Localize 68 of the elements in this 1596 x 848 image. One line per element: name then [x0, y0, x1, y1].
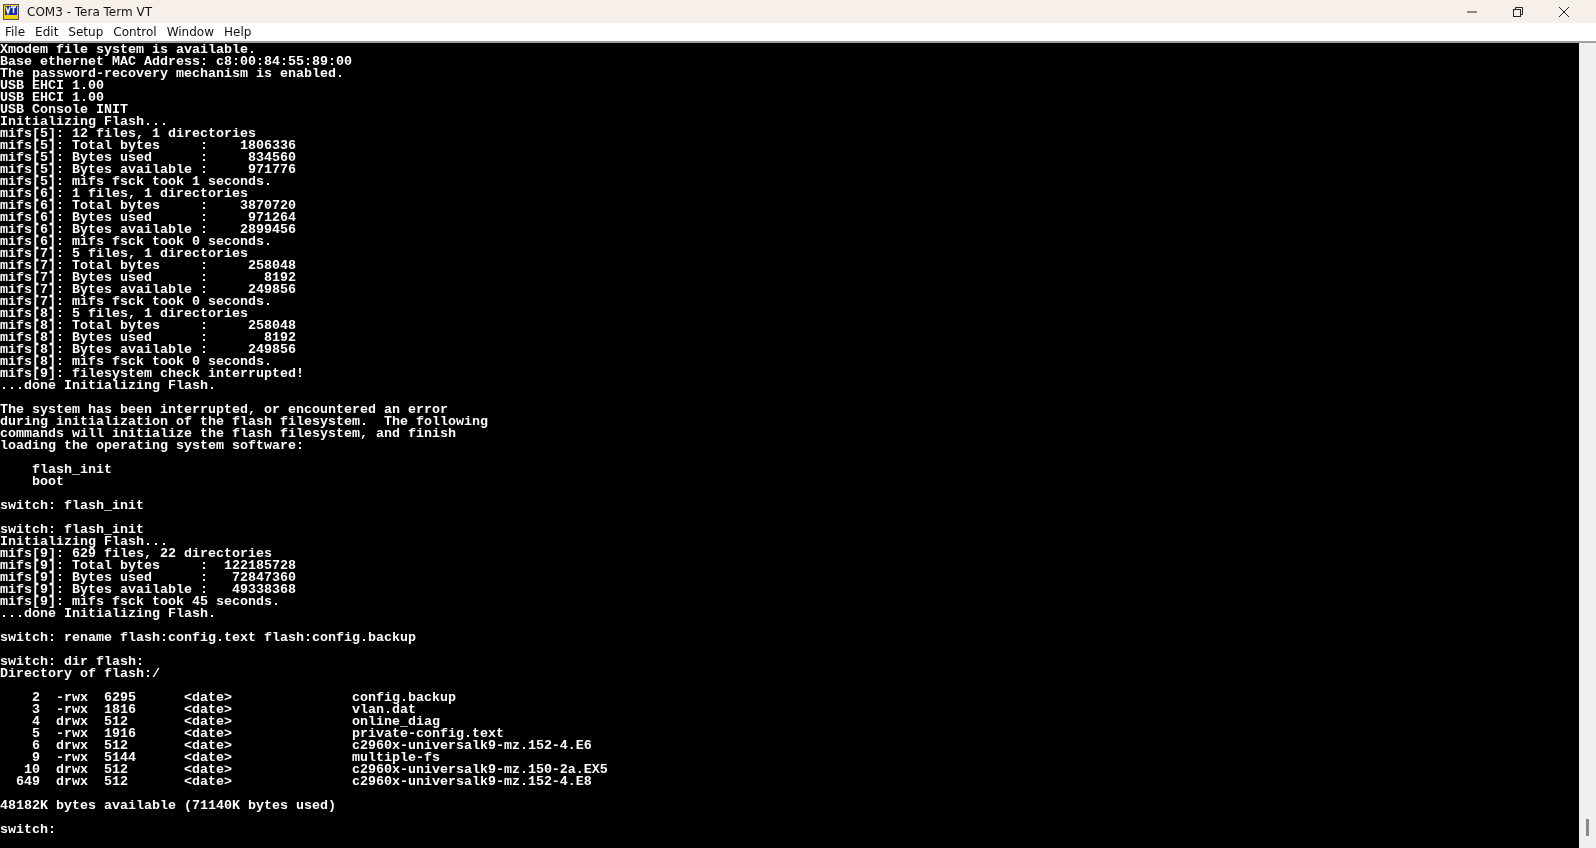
- terminal-line: switch: flash_init: [0, 500, 144, 512]
- terminal-line: Xmodem file system is available.: [0, 44, 256, 56]
- restore-icon[interactable]: [1512, 5, 1524, 18]
- terminal-line: mifs[8]: 5 files, 1 directories: [0, 308, 248, 320]
- terminal-line: mifs[5]: Total bytes : 1806336: [0, 140, 296, 152]
- terminal-line: switch:: [0, 824, 56, 836]
- terminal-line: mifs[7]: mifs fsck took 0 seconds.: [0, 296, 272, 308]
- terminal-line: USB EHCI 1.00: [0, 80, 104, 92]
- menu-item[interactable]: Window: [166, 25, 214, 39]
- terminal-line: mifs[7]: Bytes available : 249856: [0, 284, 296, 296]
- terminal-line: mifs[6]: Total bytes : 3870720: [0, 200, 296, 212]
- terminal-line: mifs[6]: Bytes used : 971264: [0, 212, 296, 224]
- terminal-line: mifs[7]: 5 files, 1 directories: [0, 248, 248, 260]
- terminal-line: mifs[5]: mifs fsck took 1 seconds.: [0, 176, 272, 188]
- terminal-line: USB EHCI 1.00: [0, 92, 104, 104]
- terminal-line: mifs[8]: Total bytes : 258048: [0, 320, 296, 332]
- terminal-line: 2 -rwx 6295 <date> config.backup: [31, 692, 456, 704]
- terminal-line: mifs[7]: Total bytes : 258048: [0, 260, 296, 272]
- terminal-line: mifs[9]: mifs fsck took 45 seconds.: [0, 596, 280, 608]
- terminal-line: mifs[6]: Bytes available : 2899456: [0, 224, 296, 236]
- terminal-line: ...done Initializing Flash.: [0, 608, 216, 620]
- terminal-line: mifs[9]: Bytes available : 49338368: [0, 584, 296, 596]
- terminal-line: commands will initialize the flash filesystem, and finish: [0, 428, 456, 440]
- menu-item[interactable]: Edit: [35, 25, 59, 39]
- terminal-line: switch: dir flash:: [0, 656, 144, 668]
- terminal-line: mifs[9]: Bytes used : 72847360: [0, 572, 296, 584]
- terminal-line: switch: flash_init: [0, 524, 144, 536]
- terminal-line: ...done Initializing Flash.: [0, 380, 216, 392]
- terminal-line: mifs[9]: 629 files, 22 directories: [0, 548, 272, 560]
- terminal-line: flash_init: [31, 464, 112, 476]
- terminal-line: 4 drwx 512 <date> online_diag: [31, 716, 440, 728]
- menu-item[interactable]: Setup: [68, 25, 104, 39]
- terminal-line: 6 drwx 512 <date> c2960x-universalk9-mz.152-4.E6: [31, 740, 592, 752]
- terminal-line: switch: rename flash:config.text flash:config.backup: [0, 632, 416, 644]
- terminal-line: 649 drwx 512 <date> c2960x-universalk9-mz.152-4.E8: [15, 776, 592, 788]
- scrollbar-thumb[interactable]: [1586, 819, 1589, 836]
- terminal-line: mifs[8]: Bytes used : 8192: [0, 332, 296, 344]
- terminal-line: 48182K bytes available (71140K bytes used): [0, 800, 336, 812]
- terminal-line: mifs[6]: 1 files, 1 directories: [0, 188, 248, 200]
- terminal-line: mifs[9]: filesystem check interrupted!: [0, 368, 304, 380]
- menu-item[interactable]: File: [5, 25, 26, 39]
- terminal-line: mifs[5]: Bytes used : 834560: [0, 152, 296, 164]
- terminal-line: Initializing Flash...: [0, 116, 168, 128]
- app-logo-icon: [3, 3, 19, 20]
- terminal-line: 3 -rwx 1816 <date> vlan.dat: [31, 704, 416, 716]
- terminal-line: The password-recovery mechanism is enabled.: [0, 68, 344, 80]
- menu-item[interactable]: Control: [113, 25, 157, 39]
- terminal-line: The system has been interrupted, or encountered an error: [0, 404, 448, 416]
- terminal-line: loading the operating system software:: [0, 440, 304, 452]
- terminal-line: USB Console INIT: [0, 104, 128, 116]
- terminal-line: mifs[5]: Bytes available : 971776: [0, 164, 296, 176]
- terminal-line: 5 -rwx 1916 <date> private-config.text: [31, 728, 504, 740]
- terminal-line: mifs[7]: Bytes used : 8192: [0, 272, 296, 284]
- close-icon[interactable]: [1558, 5, 1570, 18]
- terminal-line: mifs[8]: Bytes available : 249856: [0, 344, 296, 356]
- terminal-line: Base ethernet MAC Address: c8:00:84:55:89:00: [0, 56, 352, 68]
- window-title: COM3 - Tera Term VT: [27, 4, 152, 19]
- terminal-line: mifs[6]: mifs fsck took 0 seconds.: [0, 236, 272, 248]
- terminal-line: mifs[5]: 12 files, 1 directories: [0, 128, 256, 140]
- menu-item[interactable]: Help: [224, 25, 252, 39]
- terminal-line: mifs[9]: Total bytes : 122185728: [0, 560, 296, 572]
- terminal-line: 9 -rwx 5144 <date> multiple-fs: [32, 752, 440, 764]
- terminal-line: 10 drwx 512 <date> c2960x-universalk9-mz.150-2a.EX5: [24, 764, 608, 776]
- terminal-line: mifs[8]: mifs fsck took 0 seconds.: [0, 356, 272, 368]
- terminal-line: Directory of flash:/: [0, 668, 160, 680]
- terminal-line: Initializing Flash...: [0, 536, 168, 548]
- terminal-line: boot: [31, 476, 64, 488]
- terminal-line: during initialization of the flash filesystem. The following: [0, 416, 488, 428]
